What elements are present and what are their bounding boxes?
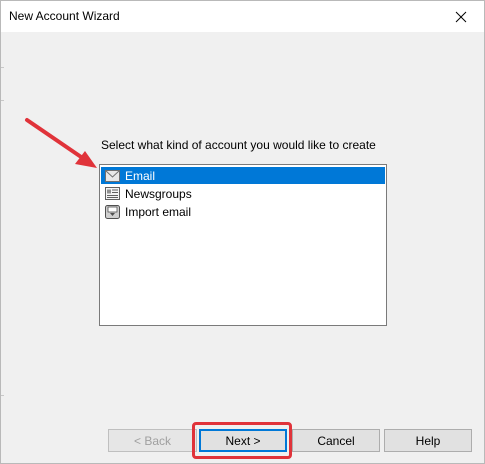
window-title: New Account Wizard (9, 9, 120, 23)
list-item-label: Email (125, 168, 156, 183)
list-item-label: Import email (125, 204, 192, 219)
help-button[interactable]: Help (384, 429, 472, 452)
title-bar: New Account Wizard (1, 1, 484, 32)
account-type-listbox[interactable]: Email Newsgroups Import email (99, 164, 387, 326)
edge-mark (1, 100, 4, 101)
cancel-button[interactable]: Cancel (292, 429, 380, 452)
edge-mark (1, 395, 4, 396)
list-item-import-email[interactable]: Import email (101, 203, 385, 220)
edge-mark (1, 67, 4, 68)
list-item-label: Newsgroups (125, 186, 192, 201)
next-button-highlight (192, 422, 292, 459)
close-button[interactable] (438, 1, 484, 32)
close-icon (455, 11, 467, 22)
import-tray-icon (104, 204, 120, 220)
newsgroups-icon (104, 186, 120, 202)
envelope-icon (104, 168, 120, 184)
list-item-email[interactable]: Email (101, 167, 385, 184)
list-item-newsgroups[interactable]: Newsgroups (101, 185, 385, 202)
back-button[interactable]: < Back (108, 429, 197, 452)
annotation-arrow-icon (25, 118, 97, 168)
instruction-text: Select what kind of account you would li… (101, 138, 376, 152)
new-account-wizard-window: New Account Wizard Select what kind of a… (0, 0, 485, 464)
